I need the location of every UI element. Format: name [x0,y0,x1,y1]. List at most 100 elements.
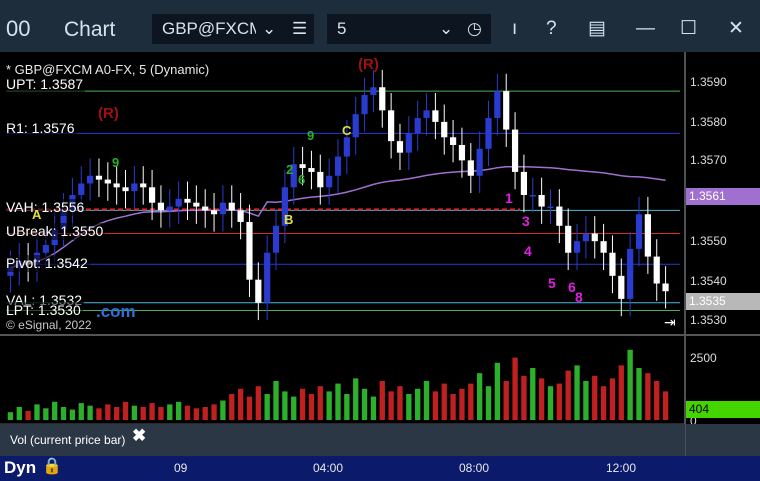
volume-bar [450,394,456,420]
volume-bar [122,401,129,420]
candle-body [308,168,315,172]
candle-body [352,114,359,138]
time-tick: 09 [174,461,188,475]
candle-body [529,195,536,197]
level-label-vah: VAH: 1.3556 [4,199,87,216]
candle-body [219,202,227,215]
candle-body [388,110,395,142]
copyright-text: © eSignal, 2022 [6,318,92,332]
level-label-upt: UPT: 1.3587 [4,76,86,93]
volume-bar [326,391,332,420]
chart-marker: 3 [522,213,530,229]
chart-marker: 9 [112,155,120,170]
chart-marker: 2 [286,162,294,177]
candle-body [175,198,182,207]
volume-bar [114,407,120,420]
candle-body [565,225,572,253]
volume-bar [654,381,660,420]
volume-current-tag: 404 [686,401,760,418]
chart-marker: 9 [307,128,315,143]
volume-bar [264,394,270,420]
volume-bar [379,381,385,420]
candle-body [42,245,49,253]
chart-marker: (R) [98,105,119,122]
candle-body [627,248,634,299]
volume-bar [220,400,226,420]
volume-bar [25,410,31,420]
volume-axis-footer [686,424,760,456]
volume-bar [565,370,571,420]
candle-body [635,214,643,249]
candle-body [113,183,120,188]
candle-body [467,160,474,176]
candle-body [122,187,129,192]
volume-bar [441,383,447,420]
volume-tick: 2500 [690,351,717,365]
volume-bar [361,388,368,420]
candle-body [78,183,85,195]
level-label-r1: R1: 1.3576 [4,120,77,137]
chart-marker: C [342,123,352,138]
volume-bar [423,381,430,420]
candle-body [131,183,138,192]
chart-marker: 5 [548,275,556,291]
volume-bar [167,404,173,420]
candle-body [317,171,324,188]
candle-body [414,118,421,134]
candle-body [166,206,173,211]
volume-bar [494,362,501,420]
candle-body [441,121,448,138]
price-tick: 1.3530 [690,313,727,327]
chart-marker: (R) [358,56,379,73]
volume-bar [583,381,589,420]
candle-body [556,206,563,226]
volume-bar [636,368,642,420]
candle-body [228,202,235,211]
candle-body [140,183,147,188]
volume-bar [485,386,492,420]
dynamic-mode-button[interactable]: Dyn [4,458,36,478]
candle-body [272,225,280,253]
volume-bar [503,381,509,420]
candle-body [210,210,218,215]
volume-bar [618,365,624,420]
price-tick: 1.3590 [690,75,727,89]
candle-body [148,187,156,203]
lock-icon[interactable]: 🔒 [42,456,62,476]
chart-marker: 4 [524,243,532,259]
candle-body [662,283,669,292]
chart-marker: A [32,207,42,222]
volume-bar [521,375,527,420]
volume-bar [193,408,200,420]
candle-body [343,137,350,157]
candle-body [264,252,271,303]
candle-body [157,202,165,211]
candle-body [379,87,386,111]
candle-body [520,171,528,195]
chart-marker: 6 [298,172,306,187]
volume-bar [105,404,111,420]
scroll-to-end-icon[interactable]: ⇥ [664,314,676,331]
candle-body [255,279,262,303]
volume-bar [87,405,93,420]
candle-body [237,210,244,222]
last-price-tag: 1.3535 [686,293,760,310]
candle-body [334,156,342,176]
candle-body [609,252,616,276]
volume-legend-label: Vol (current price bar) [10,433,126,447]
volume-bar [627,349,633,420]
volume-bar [370,396,377,420]
volume-bar [60,407,67,420]
candle-body [184,198,191,203]
candle-body [582,233,589,242]
volume-bar [574,365,580,420]
volume-bar [52,401,58,420]
level-label-ubreak: UBreak: 1.3550 [4,223,106,240]
volume-legend-bar: Vol (current price bar) ✖ [0,424,685,456]
watermark-text: .com [96,302,136,321]
volume-bar [662,391,669,420]
candle-body [361,94,368,115]
close-study-icon[interactable]: ✖ [132,426,146,446]
time-axis-bar[interactable] [0,456,760,481]
volume-bar [468,383,474,420]
